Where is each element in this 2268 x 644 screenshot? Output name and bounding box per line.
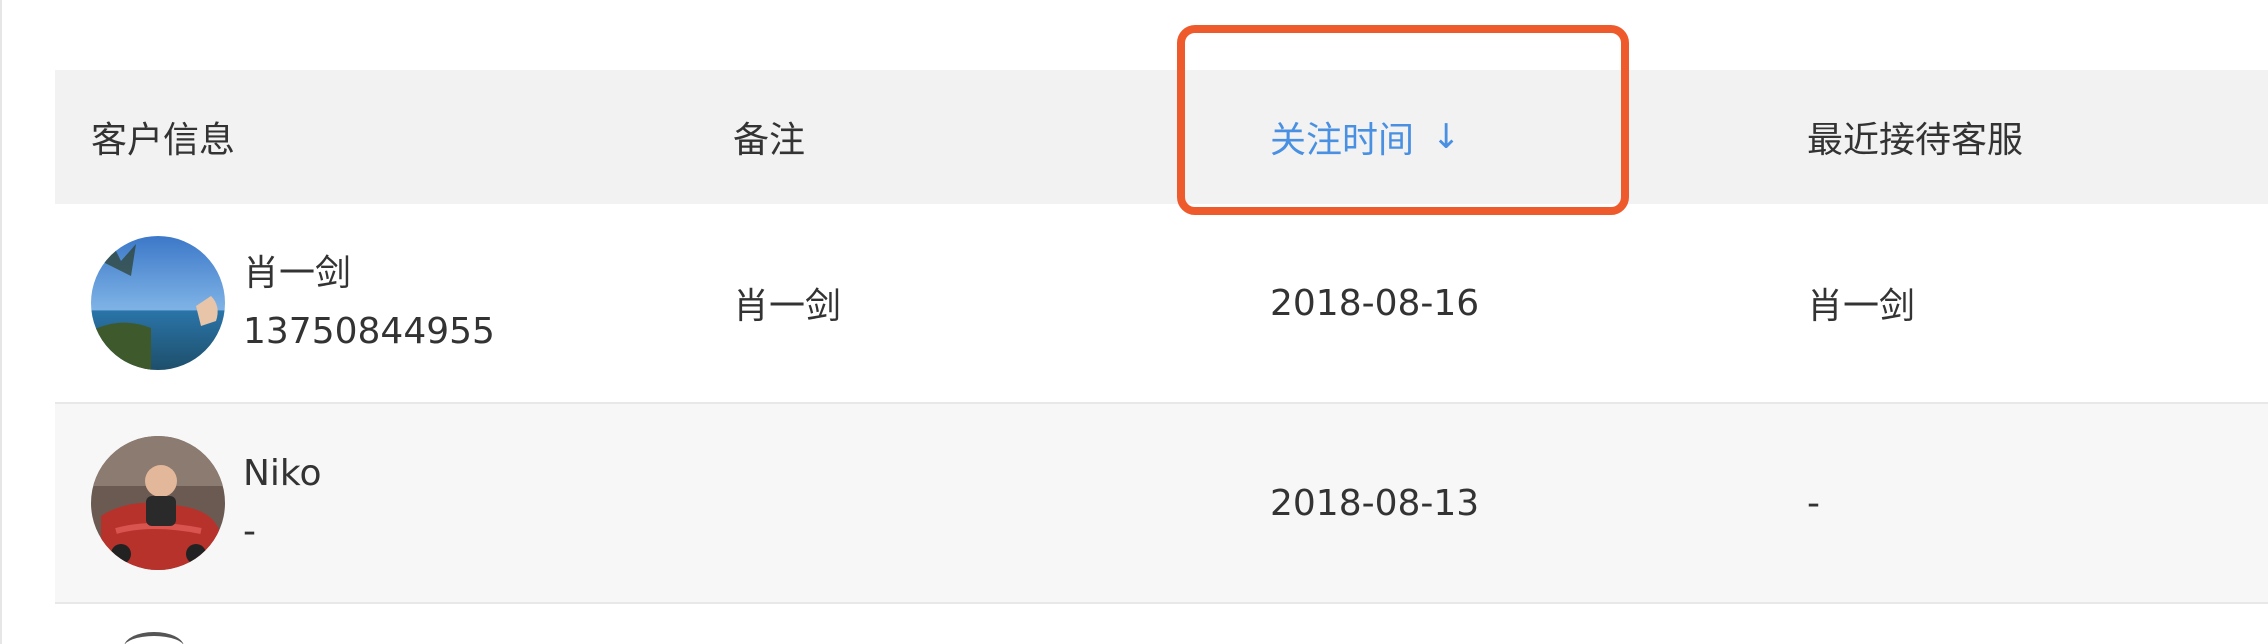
customer-info-text: 肖一剑 13750844955 [243,256,495,350]
avatar[interactable] [91,436,225,570]
avatar[interactable] [91,236,225,370]
cell-last-agent: 肖一剑 [1807,204,2268,402]
header-note-label: 备注 [733,120,806,161]
cell-customer-info: Niko - [55,404,733,602]
cell-note: 肖一剑 [733,204,1270,402]
header-note: 备注 [733,70,1270,204]
sort-by-follow-time-button[interactable]: 关注时间 ↓ [1270,111,1461,163]
header-customer-info-label: 客户信息 [91,120,236,161]
cell-follow-time: 2018-08-13 [1270,404,1807,602]
follow-time-text: 2018-08-13 [1270,482,1480,524]
table-row[interactable]: Niko - 2018-08-13 - [55,404,2268,604]
last-agent-text: - [1807,482,1820,524]
avatar-photo-icon [91,236,225,370]
cell-last-agent: - [1807,404,2268,602]
next-row-avatar-peek [124,632,184,644]
customer-name: 肖一剑 [243,253,352,294]
last-agent-text: 肖一剑 [1807,286,1916,327]
table-row[interactable]: 肖一剑 13750844955 肖一剑 2018-08-16 肖一剑 [55,204,2268,404]
customer-name: Niko [243,453,322,494]
cell-customer-info: 肖一剑 13750844955 [55,204,733,402]
arrow-down-icon: ↓ [1432,117,1461,157]
customer-info-text: Niko - [243,456,322,550]
header-last-agent-label: 最近接待客服 [1807,120,2024,161]
header-last-agent: 最近接待客服 [1807,70,2268,204]
header-follow-time[interactable]: 关注时间 ↓ [1270,70,1807,204]
avatar-photo-icon [91,436,225,570]
header-follow-time-label: 关注时间 [1270,120,1415,161]
cell-note [733,404,1270,602]
customer-list-page: 客户信息 备注 关注时间 ↓ 最近接待客服 肖一剑 13750844955 肖一… [0,0,2268,644]
follow-time-text: 2018-08-16 [1270,282,1480,324]
customer-phone: 13750844955 [243,311,495,352]
table-header: 客户信息 备注 关注时间 ↓ 最近接待客服 [55,70,2268,204]
cell-follow-time: 2018-08-16 [1270,204,1807,402]
customer-table: 客户信息 备注 关注时间 ↓ 最近接待客服 肖一剑 13750844955 肖一… [55,70,2268,604]
header-customer-info: 客户信息 [55,70,733,204]
note-text: 肖一剑 [733,286,842,327]
customer-phone: - [243,511,256,552]
